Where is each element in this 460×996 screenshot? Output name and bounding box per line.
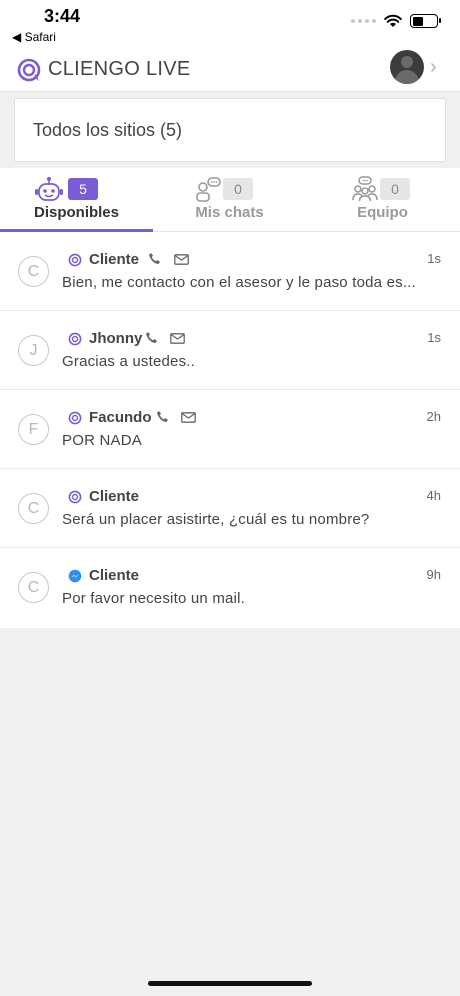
mail-icon	[174, 254, 189, 265]
home-indicator[interactable]	[148, 981, 312, 986]
chat-list-item[interactable]: J Jhonny 1s Gracias a ustedes..	[0, 311, 460, 390]
wifi-icon	[384, 14, 402, 27]
site-selector[interactable]: Todos los sitios (5)	[14, 98, 446, 162]
chat-list-item[interactable]: C Cliente 4h Será un placer asistirte, ¿…	[0, 469, 460, 548]
status-time: 3:44	[44, 6, 81, 26]
tab-equipo-label: Equipo	[357, 204, 408, 221]
agent-chat-icon	[196, 177, 221, 202]
status-icons	[351, 14, 441, 28]
tab-disponibles[interactable]: 5 Disponibles	[0, 168, 153, 233]
chat-list-item[interactable]: C Cliente 1s Bien, me contacto con el as…	[0, 232, 460, 311]
messenger-icon	[68, 569, 82, 583]
cliengo-icon	[68, 411, 82, 425]
signal-icon	[351, 19, 376, 23]
app-header: CLIENGO LIVE ›	[0, 48, 460, 92]
status-bar: 3:44 ◀ Safari	[0, 0, 460, 48]
chat-list-item[interactable]: C Cliente 9h Por favor necesito un mail.	[0, 548, 460, 628]
robot-icon	[35, 177, 63, 201]
contact-avatar: C	[18, 572, 49, 603]
message-preview: Gracias a ustedes..	[62, 353, 196, 370]
contact-name: Cliente	[89, 567, 140, 584]
profile-avatar-button[interactable]	[390, 50, 424, 84]
contact-avatar: C	[18, 493, 49, 524]
chevron-right-icon[interactable]: ›	[430, 56, 437, 79]
message-preview: Bien, me contacto con el asesor y le pas…	[62, 274, 416, 291]
contact-name: Facundo	[89, 409, 152, 426]
contact-avatar: J	[18, 335, 49, 366]
back-to-safari-link[interactable]: ◀ Safari	[12, 30, 56, 44]
message-preview: Por favor necesito un mail.	[62, 590, 245, 607]
message-preview: POR NADA	[62, 432, 142, 449]
site-selector-label: Todos los sitios (5)	[33, 120, 183, 140]
message-time: 9h	[426, 567, 441, 582]
contact-name: Cliente	[89, 251, 140, 268]
app-title: CLIENGO LIVE	[48, 58, 191, 80]
mail-icon	[181, 412, 196, 423]
cliengo-icon	[68, 253, 82, 267]
tab-mis-chats[interactable]: 0 Mis chats	[153, 168, 306, 232]
contact-name: Jhonny	[89, 330, 143, 347]
cliengo-icon	[68, 490, 82, 504]
tab-equipo[interactable]: 0 Equipo	[306, 168, 459, 232]
team-icon	[352, 176, 378, 202]
chat-list-item[interactable]: F Facundo 2h POR NADA	[0, 390, 460, 469]
phone-icon	[146, 332, 157, 343]
cliengo-icon	[68, 332, 82, 346]
tab-bar: 5 Disponibles 0 Mis chats 0 Equipo	[0, 168, 460, 233]
tab-mis-chats-count: 0	[223, 178, 253, 200]
tab-disponibles-count: 5	[68, 178, 98, 200]
tab-disponibles-label: Disponibles	[33, 204, 119, 221]
contact-avatar: F	[18, 414, 49, 445]
message-time: 1s	[427, 330, 441, 345]
chat-list: C Cliente 1s Bien, me contacto con el as…	[0, 232, 460, 628]
phone-icon	[157, 411, 168, 422]
tab-mis-chats-label: Mis chats	[195, 204, 264, 221]
phone-icon	[149, 253, 160, 264]
message-time: 2h	[426, 409, 441, 424]
message-time: 4h	[426, 488, 441, 503]
battery-icon	[410, 14, 441, 28]
contact-name: Cliente	[89, 488, 140, 505]
message-preview: Será un placer asistirte, ¿cuál es tu no…	[62, 511, 370, 528]
message-time: 1s	[427, 251, 441, 266]
contact-avatar: C	[18, 256, 49, 287]
cliengo-logo-icon	[17, 58, 41, 82]
tab-equipo-count: 0	[380, 178, 410, 200]
mail-icon	[170, 333, 185, 344]
